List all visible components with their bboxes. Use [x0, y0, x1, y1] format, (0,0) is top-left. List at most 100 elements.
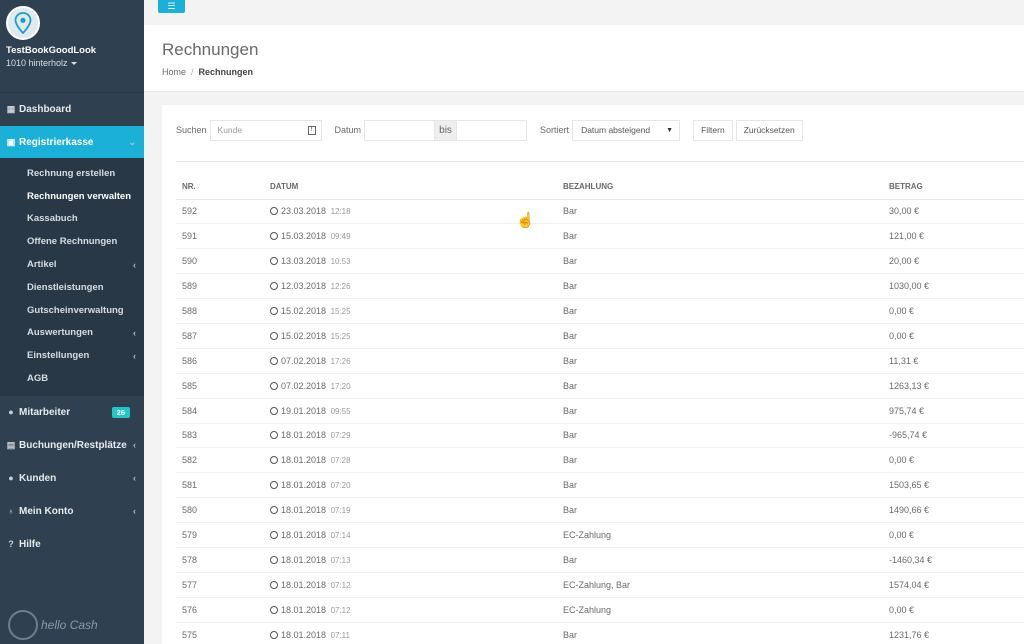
table-row[interactable]: 576 18.01.2018 07:12 EC-Zahlung 0,00 €	[176, 596, 1024, 623]
customer-card-icon[interactable]: !	[307, 125, 316, 135]
table-row[interactable]: 590 13.03.2018 10:53 Bar 20,00 €	[176, 248, 1024, 274]
invoice-date: 18.01.2018	[281, 430, 327, 441]
sidebar-item-mein-konto[interactable]: ♁ Mein Konto ‹	[0, 495, 144, 528]
table-row[interactable]: 588 15.02.2018 15:25 Bar 0,00 €	[176, 298, 1024, 324]
invoice-panel: Suchen Kunde ! Datum bis Sortiert Datum …	[162, 105, 1024, 644]
invoice-date-cell: 18.01.2018 07:13	[264, 546, 557, 573]
invoice-date-cell: 07.02.2018 17:20	[264, 372, 557, 399]
column-header-nr[interactable]: NR.	[176, 175, 264, 200]
registrierkasse-submenu: Rechnung erstellen Rechnungen verwalten …	[0, 158, 144, 396]
table-row[interactable]: 585 07.02.2018 17:20 Bar 1263,13 €	[176, 372, 1024, 399]
sort-label: Sortiert	[540, 125, 570, 135]
page-heading: Rechnungen Home / Rechnungen	[144, 25, 1024, 92]
breadcrumb: Home / Rechnungen	[162, 67, 253, 77]
search-input[interactable]: Kunde !	[209, 119, 322, 141]
date-to-input[interactable]	[456, 119, 528, 141]
filter-button[interactable]: Filtern	[693, 119, 733, 141]
table-row[interactable]: 583 18.01.2018 07:29 Bar -965,74 €	[176, 422, 1024, 448]
invoice-time: 07:11	[330, 630, 350, 640]
table-row[interactable]: 581 18.01.2018 07:20 Bar 1503,65 €	[176, 472, 1024, 498]
table-row[interactable]: 589 12.03.2018 12:26 Bar 1030,00 €	[176, 273, 1024, 299]
table-row[interactable]: 582 18.01.2018 07:28 Bar 0,00 €	[176, 447, 1024, 473]
sidebar-subitem-offene-rechnungen[interactable]: Offene Rechnungen	[0, 230, 144, 253]
invoice-number: 590	[176, 248, 264, 274]
invoice-date: 18.01.2018	[281, 505, 327, 516]
invoice-time: 12:18	[330, 207, 351, 217]
sidebar-item-kunden[interactable]: ● Kunden ‹	[0, 462, 144, 495]
sidebar-item-registrierkasse[interactable]: ▣ Registrierkasse ⌄	[0, 126, 144, 158]
reset-button[interactable]: Zurücksetzen	[735, 119, 803, 141]
lightbulb-icon: ♁	[7, 506, 15, 517]
invoice-number: 588	[176, 298, 264, 324]
sidebar: TestBookGoodLook 1010 hinterholz ▦ Dashb…	[0, 0, 144, 644]
sidebar-subitem-einstellungen[interactable]: Einstellungen ‹	[0, 344, 144, 367]
table-row[interactable]: 586 07.02.2018 17:26 Bar 11,31 €	[176, 347, 1024, 374]
sidebar-subitem-auswertungen[interactable]: Auswertungen ‹	[0, 322, 144, 345]
invoice-payment: Bar	[557, 422, 883, 448]
invoice-payment: Bar	[557, 298, 883, 324]
sidebar-subitem-label: Rechnungen verwalten	[27, 190, 131, 202]
invoice-amount: 20,00 €	[883, 248, 1024, 274]
sidebar-subitem-rechnungen-verwalten[interactable]: Rechnungen verwalten	[0, 185, 144, 208]
calendar-icon: ▤	[6, 439, 16, 450]
clock-icon	[270, 555, 278, 564]
invoice-number: 578	[176, 546, 264, 573]
question-icon: ?	[8, 539, 14, 550]
chevron-left-icon: ‹	[133, 327, 136, 338]
invoice-number: 584	[176, 397, 264, 424]
table-row[interactable]: 592 23.03.2018 12:18 Bar 30,00 €	[176, 198, 1024, 224]
sort-select[interactable]: Datum absteigend ▼	[572, 119, 681, 141]
invoice-payment: Bar	[557, 223, 883, 249]
column-header-betrag[interactable]: BETRAG	[883, 175, 1024, 200]
table-row[interactable]: 591 15.03.2018 09:49 Bar 121,00 €	[176, 223, 1024, 249]
shop-logo[interactable]	[6, 6, 40, 40]
sidebar-item-label: Mein Konto	[19, 505, 74, 517]
sidebar-item-dashboard[interactable]: ▦ Dashboard	[0, 93, 144, 126]
table-row[interactable]: 577 18.01.2018 07:12 EC-Zahlung, Bar 1574,0…	[176, 571, 1024, 598]
breadcrumb-home[interactable]: Home	[162, 67, 186, 77]
invoice-date: 12.03.2018	[281, 281, 327, 292]
invoice-payment: Bar	[557, 372, 883, 399]
table-row[interactable]: 578 18.01.2018 07:13 Bar -1460,34 €	[176, 546, 1024, 573]
column-header-bezahlung[interactable]: BEZAHLUNG	[557, 175, 883, 200]
invoice-time: 12:26	[330, 282, 351, 292]
sidebar-subitem-label: Artikel	[27, 259, 57, 271]
sidebar-subitem-kassabuch[interactable]: Kassabuch	[0, 208, 144, 231]
sidebar-item-mitarbeiter[interactable]: ● Mitarbeiter 26	[0, 396, 144, 429]
date-range-separator: bis	[435, 119, 457, 141]
sidebar-subitem-agb[interactable]: AGB	[0, 367, 144, 390]
invoice-time: 07:13	[330, 555, 351, 565]
invoice-date: 13.03.2018	[281, 256, 327, 267]
invoice-amount: 0,00 €	[883, 447, 1024, 473]
table-row[interactable]: 580 18.01.2018 07:19 Bar 1490,66 €	[176, 497, 1024, 523]
sidebar-subitem-dienstleistungen[interactable]: Dienstleistungen	[0, 276, 144, 299]
sidebar-item-label: Registrierkasse	[19, 136, 94, 148]
clock-icon	[270, 406, 278, 415]
table-row[interactable]: 579 18.01.2018 07:14 EC-Zahlung 0,00 €	[176, 522, 1024, 548]
invoice-number: 583	[176, 422, 264, 448]
shop-location-dropdown[interactable]: 1010 hinterholz	[6, 58, 77, 68]
clock-icon	[270, 232, 278, 241]
users-icon: ●	[8, 473, 14, 484]
sidebar-item-hilfe[interactable]: ? Hilfe	[0, 528, 144, 561]
invoice-payment: Bar	[557, 497, 883, 523]
column-header-datum[interactable]: DATUM	[264, 175, 557, 200]
invoice-amount: 1574,04 €	[883, 571, 1024, 598]
sidebar-subitem-rechnung-erstellen[interactable]: Rechnung erstellen	[0, 162, 144, 185]
sidebar-item-buchungen[interactable]: ▤ Buchungen/Restplätze ‹	[0, 429, 144, 462]
invoice-payment: Bar	[557, 248, 883, 274]
table-row[interactable]: 575 18.01.2018 07:11 Bar 1231,76 €	[176, 621, 1024, 644]
dropdown-arrow-icon: ▼	[666, 126, 674, 134]
clock-icon	[270, 605, 278, 614]
invoice-date: 18.01.2018	[281, 530, 327, 541]
sidebar-subitem-artikel[interactable]: Artikel ‹	[0, 253, 144, 276]
sidebar-subitem-label: Gutscheinverwaltung	[27, 304, 124, 316]
invoice-date: 15.02.2018	[281, 306, 327, 316]
table-row[interactable]: 584 19.01.2018 09:55 Bar 975,74 €	[176, 397, 1024, 424]
sidebar-subitem-gutscheinverwaltung[interactable]: Gutscheinverwaltung	[0, 299, 144, 322]
topbar: ☰	[144, 0, 1024, 25]
caret-down-icon	[70, 62, 77, 66]
menu-toggle-button[interactable]: ☰	[158, 0, 185, 13]
date-from-input[interactable]	[364, 119, 436, 141]
table-row[interactable]: 587 15.02.2018 15:25 Bar 0,00 €	[176, 322, 1024, 349]
